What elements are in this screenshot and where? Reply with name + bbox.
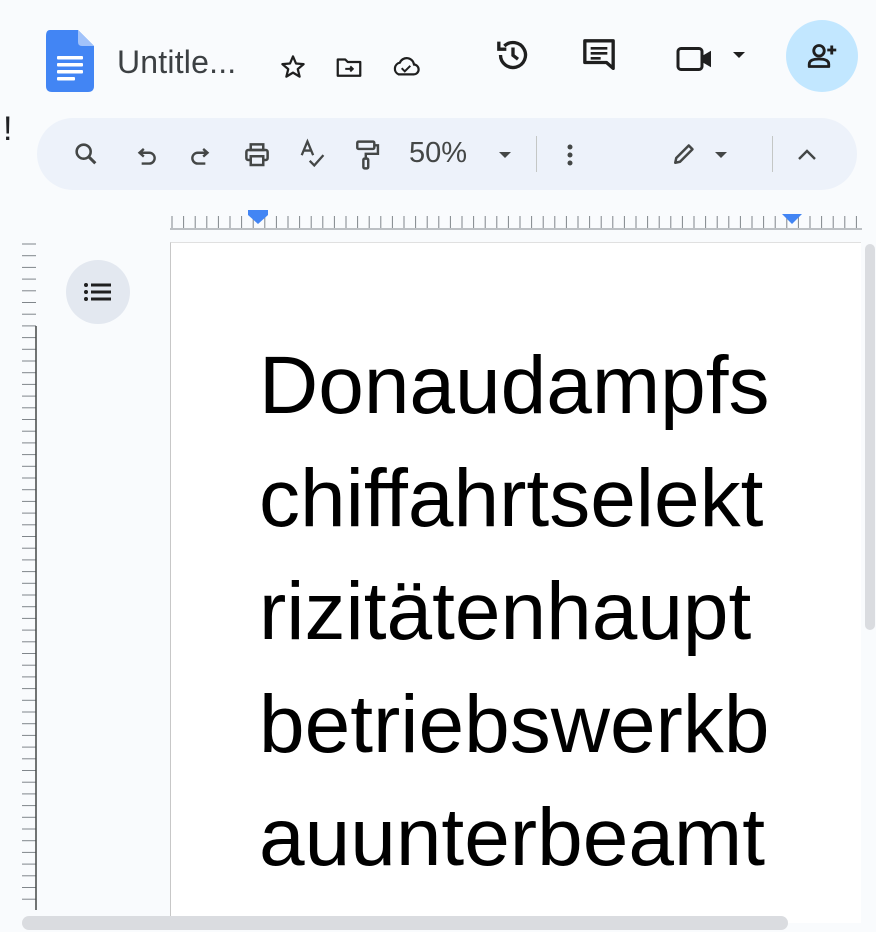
chevron-down-icon[interactable]: [728, 44, 750, 66]
vertical-scrollbar-thumb[interactable]: [865, 244, 875, 630]
collapse-chevron-up-icon[interactable]: [792, 140, 822, 170]
document-page[interactable]: Donaudampfs chiffahrtselekt rizitätenhau…: [170, 242, 861, 923]
document-line[interactable]: auunterbeamt: [259, 781, 770, 894]
star-icon[interactable]: [276, 50, 310, 84]
document-line[interactable]: Donaudampfs: [259, 329, 770, 442]
document-line[interactable]: chiffahrtselekt: [259, 442, 770, 555]
add-person-share-icon: [807, 44, 837, 68]
stray-glyph: !: [3, 110, 13, 148]
version-history-icon[interactable]: [492, 34, 534, 76]
chevron-down-icon[interactable]: [710, 144, 732, 166]
document-line[interactable]: betriebswerkb: [259, 668, 770, 781]
toolbar-separator: [772, 136, 773, 172]
more-vert-icon[interactable]: [556, 138, 584, 172]
document-body[interactable]: Donaudampfs chiffahrtselekt rizitätenhau…: [259, 329, 770, 894]
cloud-saved-icon[interactable]: [388, 50, 424, 84]
document-title[interactable]: Untitle...: [117, 44, 236, 81]
document-line[interactable]: rizitätenhaupt: [259, 555, 770, 668]
right-indent-marker-icon: [782, 214, 802, 224]
docs-logo-icon[interactable]: [46, 30, 94, 92]
comments-icon[interactable]: [578, 34, 620, 76]
meet-camera-icon[interactable]: [672, 38, 720, 80]
undo-icon[interactable]: [130, 140, 162, 172]
document-outline-button[interactable]: [66, 260, 130, 324]
horizontal-ruler[interactable]: [170, 210, 862, 230]
edit-mode-pencil-icon[interactable]: [664, 136, 704, 172]
horizontal-scrollbar-thumb[interactable]: [22, 916, 788, 930]
vertical-ruler: [22, 243, 37, 910]
move-to-folder-icon[interactable]: [332, 50, 366, 84]
outline-list-icon: [84, 283, 111, 301]
share-button[interactable]: [786, 20, 858, 92]
print-icon[interactable]: [240, 138, 274, 172]
search-icon[interactable]: [70, 138, 102, 170]
zoom-level[interactable]: 50%: [409, 137, 467, 170]
zoom-dropdown-icon[interactable]: [494, 144, 516, 166]
paint-format-icon[interactable]: [350, 136, 384, 174]
redo-icon[interactable]: [185, 140, 217, 172]
toolbar-separator: [536, 136, 537, 172]
spellcheck-icon[interactable]: [296, 136, 328, 172]
